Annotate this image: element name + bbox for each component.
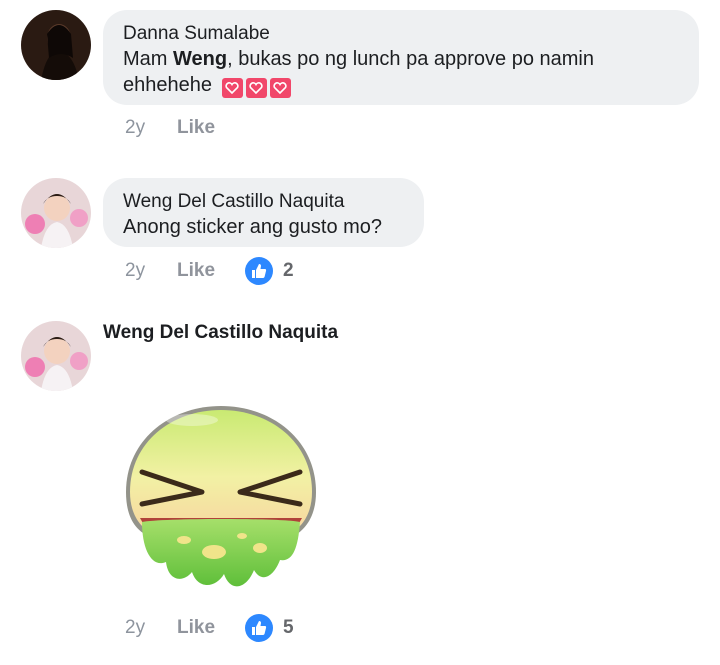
- avatar-weng[interactable]: [21, 178, 91, 248]
- reaction-summary[interactable]: 5: [245, 614, 294, 642]
- like-link[interactable]: Like: [177, 260, 245, 282]
- heart-icon: [245, 78, 267, 98]
- comment-time[interactable]: 2y: [125, 260, 177, 282]
- comment-text: Anong sticker ang gusto mo?: [123, 216, 383, 238]
- comment-author[interactable]: Weng Del Castillo Naquita: [103, 322, 338, 344]
- mention-weng[interactable]: Weng: [173, 48, 227, 70]
- comment-text: Mam Weng, bukas po ng lunch pa approve p…: [123, 48, 595, 98]
- comment-meta: 2y Like 5: [125, 614, 294, 642]
- comment-bubble: Weng Del Castillo Naquita Anong sticker …: [103, 178, 424, 247]
- comment-time[interactable]: 2y: [125, 617, 177, 639]
- reaction-summary[interactable]: 2: [245, 257, 294, 285]
- comment-bubble: Danna Sumalabe Mam Weng, bukas po ng lun…: [103, 10, 699, 105]
- avatar-danna[interactable]: [21, 10, 91, 80]
- comment-time[interactable]: 2y: [125, 117, 177, 139]
- comment-meta: 2y Like 2: [125, 257, 294, 285]
- vomiting-face-sticker[interactable]: [122, 400, 320, 605]
- heart-icon: [269, 78, 291, 98]
- reaction-count: 5: [283, 617, 294, 638]
- heart-emoji-group: [221, 78, 291, 98]
- comment-author[interactable]: Danna Sumalabe: [123, 22, 679, 46]
- like-link[interactable]: Like: [177, 617, 245, 639]
- comment-author[interactable]: Weng Del Castillo Naquita: [123, 190, 404, 214]
- reaction-count: 2: [283, 260, 294, 281]
- heart-icon: [221, 78, 243, 98]
- thumbs-up-icon: [245, 257, 273, 285]
- avatar-weng[interactable]: [21, 321, 91, 391]
- thumbs-up-icon: [245, 614, 273, 642]
- like-link[interactable]: Like: [177, 117, 245, 139]
- comment-meta: 2y Like: [125, 117, 245, 139]
